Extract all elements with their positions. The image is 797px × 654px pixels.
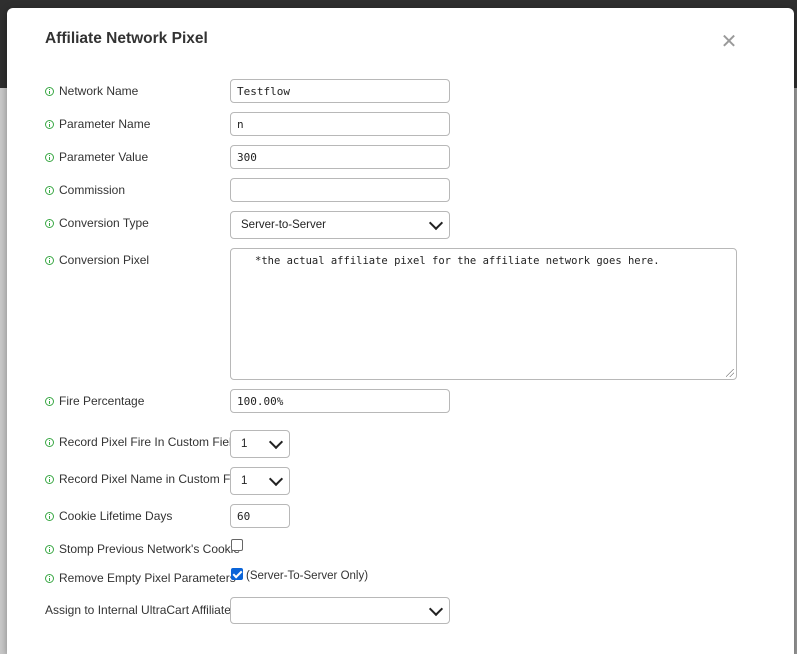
record-fire-label: Record Pixel Fire In Custom Field xyxy=(45,435,238,449)
info-icon[interactable] xyxy=(45,511,54,521)
info-icon[interactable] xyxy=(45,218,54,228)
fire-percentage-label-text: Fire Percentage xyxy=(59,394,145,408)
info-icon[interactable] xyxy=(45,86,54,96)
cookie-lifetime-input[interactable]: 60 xyxy=(230,504,290,528)
cookie-lifetime-label: Cookie Lifetime Days xyxy=(45,509,172,523)
info-icon[interactable] xyxy=(45,152,54,162)
cookie-lifetime-label-text: Cookie Lifetime Days xyxy=(59,509,173,523)
record-fire-label-text: Record Pixel Fire In Custom Field xyxy=(59,435,239,449)
assign-affiliate-select[interactable] xyxy=(230,597,450,624)
parameter-name-input[interactable]: n xyxy=(230,112,450,136)
commission-input[interactable] xyxy=(230,178,450,202)
server-only-note: (Server-To-Server Only) xyxy=(246,570,369,582)
chevron-down-icon xyxy=(268,471,284,487)
info-icon[interactable] xyxy=(45,474,54,484)
conversion-pixel-label: Conversion Pixel xyxy=(45,253,149,267)
remove-empty-label-text: Remove Empty Pixel Parameters xyxy=(59,571,236,585)
remove-empty-checkbox[interactable] xyxy=(231,568,243,580)
commission-label-text: Commission xyxy=(59,183,126,197)
info-icon[interactable] xyxy=(45,119,54,129)
network-name-label-text: Network Name xyxy=(59,84,139,98)
record-fire-select[interactable]: 1 xyxy=(230,430,290,458)
conversion-type-label: Conversion Type xyxy=(45,216,149,230)
info-icon[interactable] xyxy=(45,185,54,195)
info-icon[interactable] xyxy=(45,544,54,554)
chevron-down-icon xyxy=(428,215,444,231)
parameter-value-input[interactable]: 300 xyxy=(230,145,450,169)
parameter-name-label-text: Parameter Name xyxy=(59,117,151,131)
info-icon[interactable] xyxy=(45,255,54,265)
record-name-value: 1 xyxy=(241,475,248,487)
cookie-lifetime-value: 60 xyxy=(237,509,251,523)
assign-affiliate-label-text: Assign to Internal UltraCart Affiliate xyxy=(45,603,231,617)
conversion-type-select[interactable]: Server-to-Server xyxy=(230,211,450,239)
parameter-value-label-text: Parameter Value xyxy=(59,150,149,164)
parameter-name-label: Parameter Name xyxy=(45,117,150,131)
chevron-down-icon xyxy=(428,601,444,616)
remove-empty-label: Remove Empty Pixel Parameters xyxy=(45,571,236,585)
record-name-label: Record Pixel Name in Custom Field xyxy=(45,472,249,486)
conversion-type-value: Server-to-Server xyxy=(241,219,326,231)
network-name-label: Network Name xyxy=(45,84,138,98)
network-name-input[interactable]: Testflow xyxy=(230,79,450,103)
parameter-name-value: n xyxy=(237,117,244,131)
conversion-pixel-label-text: Conversion Pixel xyxy=(59,253,150,267)
record-name-label-text: Record Pixel Name in Custom Field xyxy=(59,472,250,486)
parameter-value-label: Parameter Value xyxy=(45,150,148,164)
fire-percentage-label: Fire Percentage xyxy=(45,394,144,408)
info-icon[interactable] xyxy=(45,573,54,583)
info-icon[interactable] xyxy=(45,437,54,447)
stomp-cookie-label: Stomp Previous Network's Cookie xyxy=(45,542,240,556)
stomp-cookie-label-text: Stomp Previous Network's Cookie xyxy=(59,542,241,556)
conversion-type-label-text: Conversion Type xyxy=(59,216,149,230)
chevron-down-icon xyxy=(268,434,284,450)
conversion-pixel-textarea[interactable]: *the actual affiliate pixel for the affi… xyxy=(230,248,737,380)
fire-percentage-value: 100.00% xyxy=(237,394,284,408)
record-fire-value: 1 xyxy=(241,438,248,450)
network-name-value: Testflow xyxy=(237,84,290,98)
assign-affiliate-label: Assign to Internal UltraCart Affiliate xyxy=(45,603,231,617)
resize-grip-icon[interactable] xyxy=(726,369,734,377)
fire-percentage-input[interactable]: 100.00% xyxy=(230,389,450,413)
commission-label: Commission xyxy=(45,183,125,197)
close-icon[interactable]: ✕ xyxy=(719,32,739,52)
affiliate-pixel-dialog: Affiliate Network Pixel ✕ Network Name T… xyxy=(7,8,794,654)
parameter-value-value: 300 xyxy=(237,150,257,164)
conversion-pixel-value: *the actual affiliate pixel for the affi… xyxy=(255,255,660,267)
record-name-select[interactable]: 1 xyxy=(230,467,290,495)
dialog-title: Affiliate Network Pixel xyxy=(45,30,208,47)
stomp-cookie-checkbox[interactable] xyxy=(231,539,243,551)
info-icon[interactable] xyxy=(45,396,54,406)
